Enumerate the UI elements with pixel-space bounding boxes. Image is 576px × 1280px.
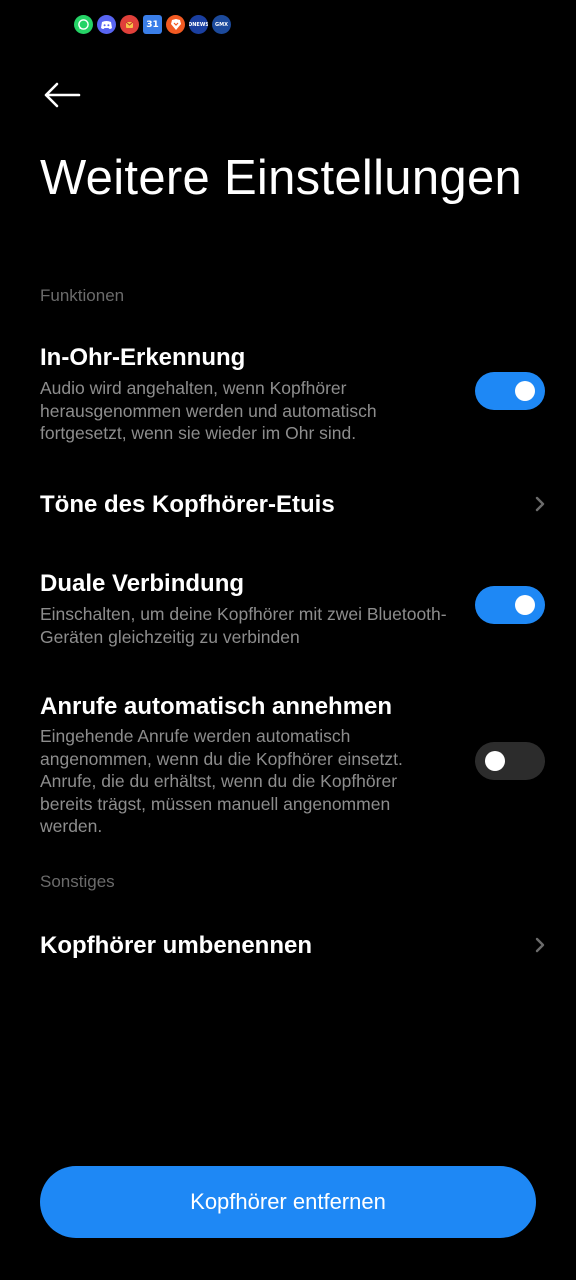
rename-headphones-title: Kopfhörer umbenennen xyxy=(40,932,313,959)
remove-headphones-button[interactable]: Kopfhörer entfernen xyxy=(40,1166,536,1238)
discord-icon xyxy=(97,15,116,34)
dual-connection-toggle[interactable] xyxy=(475,586,545,624)
brave-icon xyxy=(166,15,185,34)
auto-answer-toggle[interactable] xyxy=(475,742,545,780)
red-app-icon xyxy=(120,15,139,34)
calendar-icon: 31 xyxy=(143,15,162,34)
toggle-knob xyxy=(515,595,535,615)
dual-connection-title: Duale Verbindung xyxy=(40,570,245,597)
toggle-knob xyxy=(515,381,535,401)
whatsapp-icon xyxy=(74,15,93,34)
dual-connection-description: Einschalten, um deine Kopfhörer mit zwei… xyxy=(40,604,447,647)
in-ear-detection-toggle[interactable] xyxy=(475,372,545,410)
in-ear-detection-title: In-Ohr-Erkennung xyxy=(40,344,246,371)
page-title: Weitere Einstellungen xyxy=(40,151,523,205)
chevron-right-icon xyxy=(535,496,545,512)
in-ear-detection-description: Audio wird angehalten, wenn Kopfhörer he… xyxy=(40,378,377,443)
section-label-functions: Funktionen xyxy=(40,286,125,305)
chevron-right-icon xyxy=(535,937,545,953)
arrow-left-icon xyxy=(44,82,81,108)
auto-answer-description: Eingehende Anrufe werden automatisch ang… xyxy=(40,726,403,836)
auto-answer-title: Anrufe automatisch annehmen xyxy=(40,693,393,720)
news-icon: DNEWS xyxy=(189,15,208,34)
toggle-knob xyxy=(485,751,505,771)
back-button[interactable] xyxy=(40,78,84,112)
status-bar-icons: 31 DNEWS GMX xyxy=(74,15,231,34)
gmx-icon: GMX xyxy=(212,15,231,34)
section-label-other: Sonstiges xyxy=(40,872,115,891)
case-tones-title: Töne des Kopfhörer-Etuis xyxy=(40,491,335,518)
